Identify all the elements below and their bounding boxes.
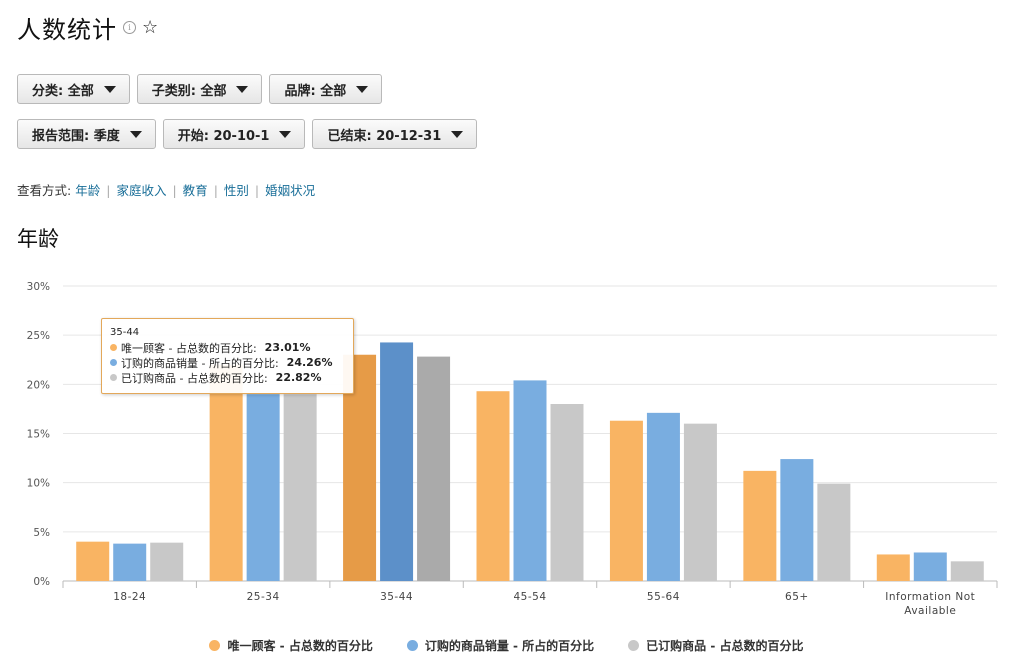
bar (876, 554, 910, 581)
x-tick-label: Available (904, 605, 956, 617)
tooltip-label: 唯一顾客 - 占总数的百分比: (121, 341, 257, 355)
bar (913, 552, 947, 581)
bar (950, 561, 984, 581)
bar (209, 364, 243, 581)
y-tick-label: 25% (27, 330, 50, 342)
chart-legend: 唯一顾客 - 占总数的百分比 订购的商品销量 - 所占的百分比 已订购商品 - … (0, 637, 1013, 654)
star-icon[interactable]: ☆ (142, 18, 158, 37)
divider: | (172, 183, 177, 198)
tooltip-line: 唯一顾客 - 占总数的百分比: 23.01% (110, 340, 345, 355)
bar (417, 356, 451, 581)
legend-label: 订购的商品销量 - 所占的百分比 (424, 639, 595, 653)
legend-item[interactable]: 已订购商品 - 占总数的百分比 (628, 637, 804, 654)
bar (476, 391, 510, 581)
start-date-dropdown[interactable]: 开始: 20-10-1 (162, 119, 306, 149)
category-filter-dropdown[interactable]: 分类: 全部 (17, 74, 130, 104)
view-by-age-link[interactable]: 年龄 (75, 183, 100, 198)
report-range-label: 报告范围: 季度 (32, 128, 120, 144)
start-date-label: 开始: 20-10-1 (177, 128, 270, 144)
legend-dot (406, 640, 418, 651)
legend-item[interactable]: 唯一顾客 - 占总数的百分比 (209, 637, 373, 654)
divider: | (213, 183, 218, 198)
end-date-dropdown[interactable]: 已结束: 20-12-31 (312, 119, 478, 149)
x-tick-label: 45-54 (513, 591, 546, 603)
legend-dot (209, 640, 221, 651)
info-icon[interactable]: i (123, 21, 136, 34)
x-tick-label: 65+ (785, 591, 809, 603)
bar (550, 404, 584, 581)
bar (380, 342, 414, 581)
y-tick-label: 5% (33, 527, 50, 539)
divider: | (106, 183, 111, 198)
bar (743, 470, 777, 581)
filter-row-1: 分类: 全部 子类别: 全部 品牌: 全部 (17, 74, 389, 104)
y-tick-label: 0% (33, 576, 50, 588)
subcategory-filter-label: 子类别: 全部 (151, 83, 227, 99)
legend-label: 唯一顾客 - 占总数的百分比 (227, 639, 373, 653)
tooltip-value: 24.26% (286, 356, 333, 369)
legend-item[interactable]: 订购的商品销量 - 所占的百分比 (406, 637, 595, 654)
bar (113, 543, 147, 581)
bar (513, 380, 547, 581)
view-by-bar: 查看方式: 年龄 | 家庭收入 | 教育 | 性别 | 婚姻状况 (17, 180, 315, 199)
view-by-education-link[interactable]: 教育 (183, 183, 208, 198)
view-by-gender-link[interactable]: 性别 (224, 183, 249, 198)
tooltip-label: 订购的商品销量 - 所占的百分比: (121, 356, 279, 370)
chart-tooltip: 35-44 唯一顾客 - 占总数的百分比: 23.01% 订购的商品销量 - 所… (101, 318, 354, 394)
legend-label: 已订购商品 - 占总数的百分比 (646, 639, 804, 653)
page-header: 人数统计 i ☆ (17, 10, 158, 45)
view-by-marital-link[interactable]: 婚姻状况 (265, 183, 315, 198)
bar (246, 394, 280, 581)
bar (780, 459, 814, 581)
chevron-down-icon (236, 85, 249, 93)
x-tick-label: 35-44 (380, 591, 413, 603)
view-by-income-link[interactable]: 家庭收入 (116, 183, 166, 198)
bar (609, 420, 643, 581)
end-date-label: 已结束: 20-12-31 (327, 128, 442, 144)
brand-filter-label: 品牌: 全部 (284, 83, 347, 99)
chevron-down-icon (103, 85, 116, 93)
tooltip-value: 23.01% (264, 341, 311, 354)
section-title: 年龄 (17, 227, 59, 251)
chevron-down-icon (279, 130, 292, 138)
y-tick-label: 10% (27, 478, 50, 490)
divider: | (254, 183, 260, 198)
bar (646, 412, 680, 581)
chevron-down-icon (129, 130, 142, 138)
page-title: 人数统计 (17, 16, 117, 44)
subcategory-filter-dropdown[interactable]: 子类别: 全部 (136, 74, 263, 104)
tooltip-line: 已订购商品 - 占总数的百分比: 22.82% (110, 370, 345, 385)
report-range-dropdown[interactable]: 报告范围: 季度 (17, 119, 156, 149)
x-tick-label: 25-34 (247, 591, 280, 603)
brand-filter-dropdown[interactable]: 品牌: 全部 (269, 74, 383, 104)
view-by-prefix: 查看方式: (17, 183, 72, 198)
x-tick-label: 18-24 (113, 591, 146, 603)
tooltip-line: 订购的商品销量 - 所占的百分比: 24.26% (110, 355, 345, 370)
category-filter-label: 分类: 全部 (32, 83, 94, 99)
tooltip-label: 已订购商品 - 占总数的百分比: (121, 371, 268, 385)
y-tick-label: 30% (27, 281, 50, 293)
bar (817, 483, 851, 581)
y-tick-label: 15% (27, 429, 50, 441)
tooltip-series-dot (110, 359, 117, 366)
x-tick-label: Information Not (885, 591, 975, 603)
tooltip-series-dot (110, 344, 117, 351)
tooltip-value: 22.82% (275, 371, 322, 384)
bar (683, 423, 717, 581)
bar (283, 394, 317, 581)
x-tick-label: 55-64 (647, 591, 680, 603)
chevron-down-icon (451, 130, 464, 138)
tooltip-header: 35-44 (110, 327, 140, 338)
legend-dot (628, 640, 640, 651)
tooltip-series-dot (110, 374, 117, 381)
filter-row-2: 报告范围: 季度 开始: 20-10-1 已结束: 20-12-31 (17, 119, 484, 149)
y-tick-label: 20% (27, 379, 50, 391)
chevron-down-icon (356, 85, 369, 93)
bar (76, 541, 110, 581)
bar (150, 542, 184, 581)
